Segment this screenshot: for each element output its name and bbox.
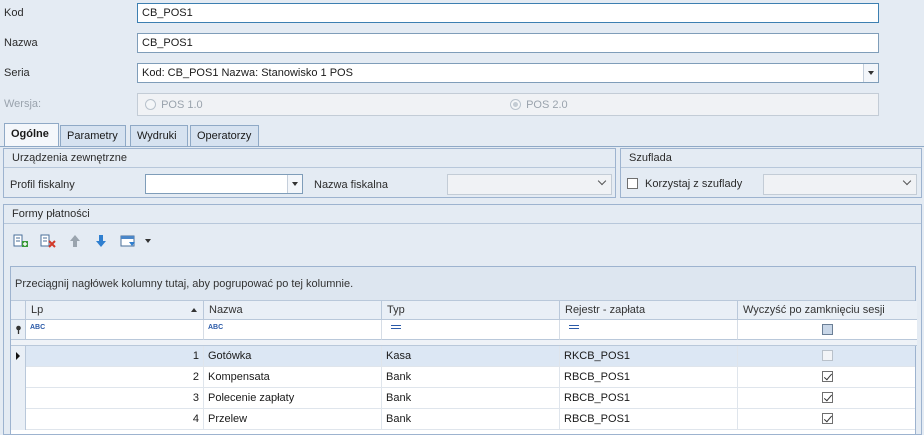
filter-pin-icon (16, 325, 21, 334)
table-row[interactable]: 2 Kompensata Bank RBCB_POS1 (11, 367, 915, 388)
view-options-icon[interactable] (120, 233, 140, 249)
table-row[interactable]: 3 Polecenie zapłaty Bank RBCB_POS1 (11, 388, 915, 409)
cell-lp: 4 (26, 409, 204, 430)
header-indicator (11, 301, 26, 320)
text-filter-icon: ABC (208, 324, 224, 331)
delete-icon[interactable] (40, 233, 56, 249)
column-header-nazwa[interactable]: Nazwa (204, 301, 382, 320)
cell-nazwa: Kompensata (204, 367, 382, 388)
chevron-down-icon (597, 176, 607, 186)
profil-fiskalny-combo[interactable] (145, 174, 303, 194)
profil-fiskalny-label: Profil fiskalny (10, 179, 75, 191)
wersja-option-label: POS 2.0 (526, 99, 568, 111)
cell-rejestr: RBCB_POS1 (560, 388, 738, 409)
seria-value: Kod: CB_POS1 Nazwa: Stanowisko 1 POS (142, 67, 353, 79)
nazwa-field[interactable]: CB_POS1 (137, 33, 879, 53)
cell-rejestr: RKCB_POS1 (560, 346, 738, 367)
equals-filter-icon (569, 325, 579, 329)
row-indicator (11, 409, 26, 430)
payments-title: Formy płatności (12, 208, 90, 220)
tab-ogolne[interactable]: Ogólne (4, 123, 59, 147)
cell-rejestr: RBCB_POS1 (560, 367, 738, 388)
column-header-lp-label: Lp (31, 304, 44, 316)
filter-nazwa[interactable]: ABC (204, 320, 382, 340)
drawer-title: Szuflada (629, 152, 672, 164)
cell-lp: 1 (26, 346, 204, 367)
devices-group: Urządzenia zewnętrzne Profil fiskalny Na… (3, 148, 616, 198)
nazwa-label: Nazwa (4, 37, 38, 49)
sort-ascending-icon (191, 308, 197, 312)
column-header-rejestr[interactable]: Rejestr - zapłata (560, 301, 738, 320)
cell-wyczysc[interactable] (738, 388, 917, 409)
filter-indicator (11, 320, 26, 340)
nazwa-fiskalna-select[interactable] (447, 174, 612, 195)
move-down-icon[interactable] (93, 233, 109, 249)
drawer-checkbox-label: Korzystaj z szuflady (645, 178, 743, 190)
filter-wyczysc[interactable] (738, 320, 917, 340)
checkbox-icon[interactable] (627, 178, 638, 189)
checkbox-filter-icon[interactable] (822, 324, 833, 335)
tab-operatorzy[interactable]: Operatorzy (190, 125, 259, 146)
wersja-option-label: POS 1.0 (161, 99, 203, 111)
cell-typ: Bank (382, 409, 560, 430)
cell-wyczysc[interactable] (738, 409, 917, 430)
drawer-checkbox[interactable] (627, 178, 638, 192)
drawer-group: Szuflada Korzystaj z szuflady (620, 148, 922, 198)
move-up-icon[interactable] (67, 233, 83, 249)
row-indicator (11, 388, 26, 409)
row-indicator (11, 346, 26, 367)
seria-label: Seria (4, 67, 30, 79)
filter-lp[interactable]: ABC (26, 320, 204, 340)
text-filter-icon: ABC (30, 324, 46, 331)
equals-filter-icon (391, 325, 401, 329)
kod-field[interactable]: CB_POS1 (137, 3, 879, 23)
seria-combo[interactable]: Kod: CB_POS1 Nazwa: Stanowisko 1 POS (137, 63, 879, 83)
radio-icon (145, 99, 156, 110)
cell-lp: 2 (26, 367, 204, 388)
profil-dropdown-button[interactable] (287, 175, 302, 193)
wersja-label: Wersja: (4, 98, 42, 110)
nazwa-fiskalna-label: Nazwa fiskalna (314, 179, 388, 191)
cell-lp: 3 (26, 388, 204, 409)
seria-dropdown-button[interactable] (863, 64, 878, 82)
cell-nazwa: Polecenie zapłaty (204, 388, 382, 409)
checkbox-checked-icon[interactable] (822, 371, 833, 382)
cell-wyczysc (738, 346, 917, 367)
checkbox-checked-icon[interactable] (822, 413, 833, 424)
column-header-lp[interactable]: Lp (26, 301, 204, 320)
payments-grid: Przeciągnij nagłówek kolumny tutaj, aby … (10, 266, 917, 435)
tab-parametry[interactable]: Parametry (60, 125, 126, 146)
filter-rejestr[interactable] (560, 320, 738, 340)
cell-nazwa: Gotówka (204, 346, 382, 367)
add-icon[interactable] (13, 233, 29, 249)
cell-rejestr: RBCB_POS1 (560, 409, 738, 430)
checkbox-checked-icon[interactable] (822, 392, 833, 403)
chevron-down-icon (902, 176, 912, 186)
cell-typ: Bank (382, 388, 560, 409)
cell-nazwa: Przelew (204, 409, 382, 430)
column-header-wyczysc[interactable]: Wyczyść po zamknięciu sesji (738, 301, 917, 320)
wersja-radio-group: POS 1.0 POS 2.0 (137, 93, 879, 116)
radio-selected-icon (510, 99, 521, 110)
current-row-arrow-icon (16, 352, 20, 360)
devices-title: Urządzenia zewnętrzne (12, 152, 127, 164)
group-by-panel[interactable]: Przeciągnij nagłówek kolumny tutaj, aby … (11, 267, 915, 301)
cell-wyczysc[interactable] (738, 367, 917, 388)
drawer-select[interactable] (763, 174, 917, 195)
table-row[interactable]: 1 Gotówka Kasa RKCB_POS1 (11, 346, 915, 367)
cell-typ: Kasa (382, 346, 560, 367)
filter-typ[interactable] (382, 320, 560, 340)
row-indicator (11, 367, 26, 388)
column-header-typ[interactable]: Typ (382, 301, 560, 320)
table-row[interactable]: 4 Przelew Bank RBCB_POS1 (11, 409, 915, 430)
chevron-down-icon (292, 182, 298, 186)
chevron-down-icon (868, 71, 874, 75)
chevron-down-icon[interactable] (143, 233, 153, 249)
tab-wydruki[interactable]: Wydruki (130, 125, 188, 146)
wersja-option-pos10: POS 1.0 (145, 99, 203, 113)
kod-label: Kod (4, 7, 24, 19)
wersja-option-pos20: POS 2.0 (510, 99, 568, 113)
cell-typ: Bank (382, 367, 560, 388)
checkbox-icon (822, 350, 833, 361)
